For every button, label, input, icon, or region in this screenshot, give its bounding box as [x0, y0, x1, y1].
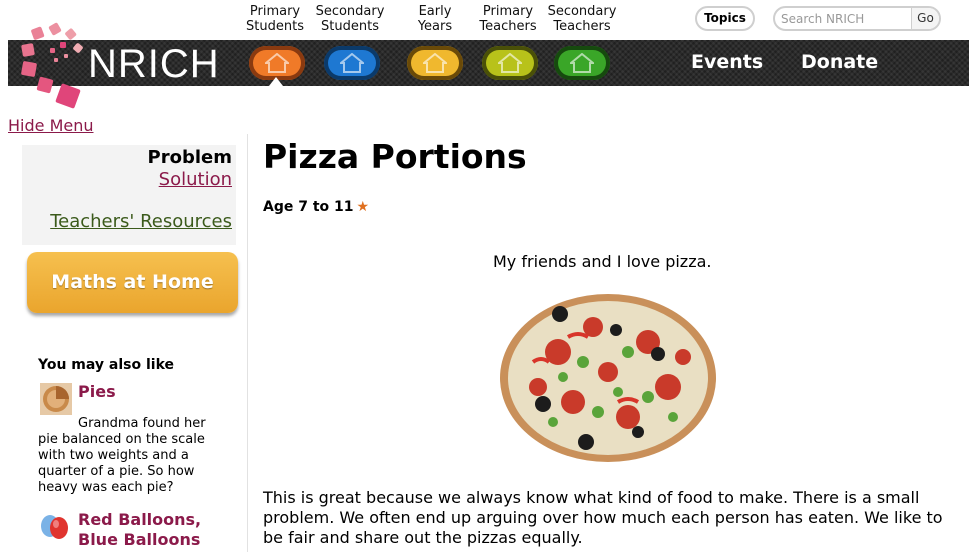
nav-pill-secondary-students[interactable]: [324, 46, 380, 80]
nrich-logo-text[interactable]: NRICH: [88, 42, 220, 87]
nav-secondary-teachers[interactable]: Secondary Teachers: [545, 4, 619, 36]
search-go-button[interactable]: Go: [911, 8, 939, 29]
nav-pill-early-years[interactable]: [407, 46, 463, 80]
tab-solution[interactable]: Solution: [22, 169, 236, 190]
home-icon: [498, 53, 522, 73]
topics-button[interactable]: Topics: [695, 6, 755, 31]
star-icon: ★: [356, 199, 370, 215]
events-link[interactable]: Events: [691, 51, 763, 73]
nav-primary-students-line1: Primary: [249, 4, 301, 19]
page-title: Pizza Portions: [263, 137, 527, 176]
home-icon: [265, 53, 289, 73]
tab-problem: Problem: [147, 147, 232, 168]
nav-secondary-teachers-line1: Secondary: [547, 4, 617, 19]
nav-primary-students-line2: Students: [246, 19, 304, 34]
pizza-image: [500, 294, 716, 462]
nav-early-years-line1: Early: [418, 4, 452, 19]
balloons-thumbnail-icon[interactable]: [38, 512, 70, 544]
nav-primary-teachers[interactable]: Primary Teachers: [477, 4, 539, 36]
nav-pill-primary-students[interactable]: [249, 46, 305, 80]
search-input[interactable]: [781, 10, 911, 28]
nav-early-years-line2: Years: [417, 19, 453, 34]
nav-primary-teachers-line1: Primary: [482, 4, 534, 19]
body-paragraph: This is great because we always know wha…: [263, 488, 943, 547]
related-balloons-title-line2: Blue Balloons: [78, 530, 201, 549]
nav-secondary-students[interactable]: Secondary Students: [313, 4, 387, 36]
nav-pill-primary-teachers[interactable]: [482, 46, 538, 80]
maths-at-home-button[interactable]: Maths at Home: [27, 252, 238, 313]
related-balloons-link[interactable]: Red Balloons, Blue Balloons: [78, 510, 201, 550]
tab-teachers-resources[interactable]: Teachers' Resources: [22, 211, 236, 232]
active-nav-caret: [269, 77, 283, 86]
related-pies-link[interactable]: Pies: [78, 382, 116, 402]
intro-text: My friends and I love pizza.: [493, 252, 712, 271]
nav-secondary-teachers-line2: Teachers: [553, 19, 611, 34]
nav-secondary-students-line1: Secondary: [315, 4, 385, 19]
age-range-text: Age 7 to 11: [263, 199, 354, 215]
nav-primary-students[interactable]: Primary Students: [244, 4, 306, 36]
nav-early-years[interactable]: Early Years: [410, 4, 460, 36]
home-icon: [340, 53, 364, 73]
related-balloons-title-line1: Red Balloons,: [78, 510, 202, 529]
search-box: Go: [773, 6, 941, 31]
sidebar-divider: [247, 134, 248, 552]
pie-thumbnail-icon[interactable]: [40, 383, 72, 415]
nav-pill-secondary-teachers[interactable]: [554, 46, 610, 80]
home-icon: [570, 53, 594, 73]
nrich-logo-icon[interactable]: [14, 22, 90, 110]
also-like-heading: You may also like: [38, 357, 175, 373]
related-pies-description: Grandma found her pie balanced on the sc…: [38, 416, 206, 495]
hide-menu-link[interactable]: Hide Menu: [8, 116, 94, 135]
donate-link[interactable]: Donate: [801, 51, 878, 73]
problem-nav-box: Problem Solution Teachers' Resources: [22, 145, 236, 245]
home-icon: [423, 53, 447, 73]
nav-secondary-students-line2: Students: [321, 19, 379, 34]
age-range: Age 7 to 11 ★: [263, 199, 369, 215]
nav-primary-teachers-line2: Teachers: [479, 19, 537, 34]
